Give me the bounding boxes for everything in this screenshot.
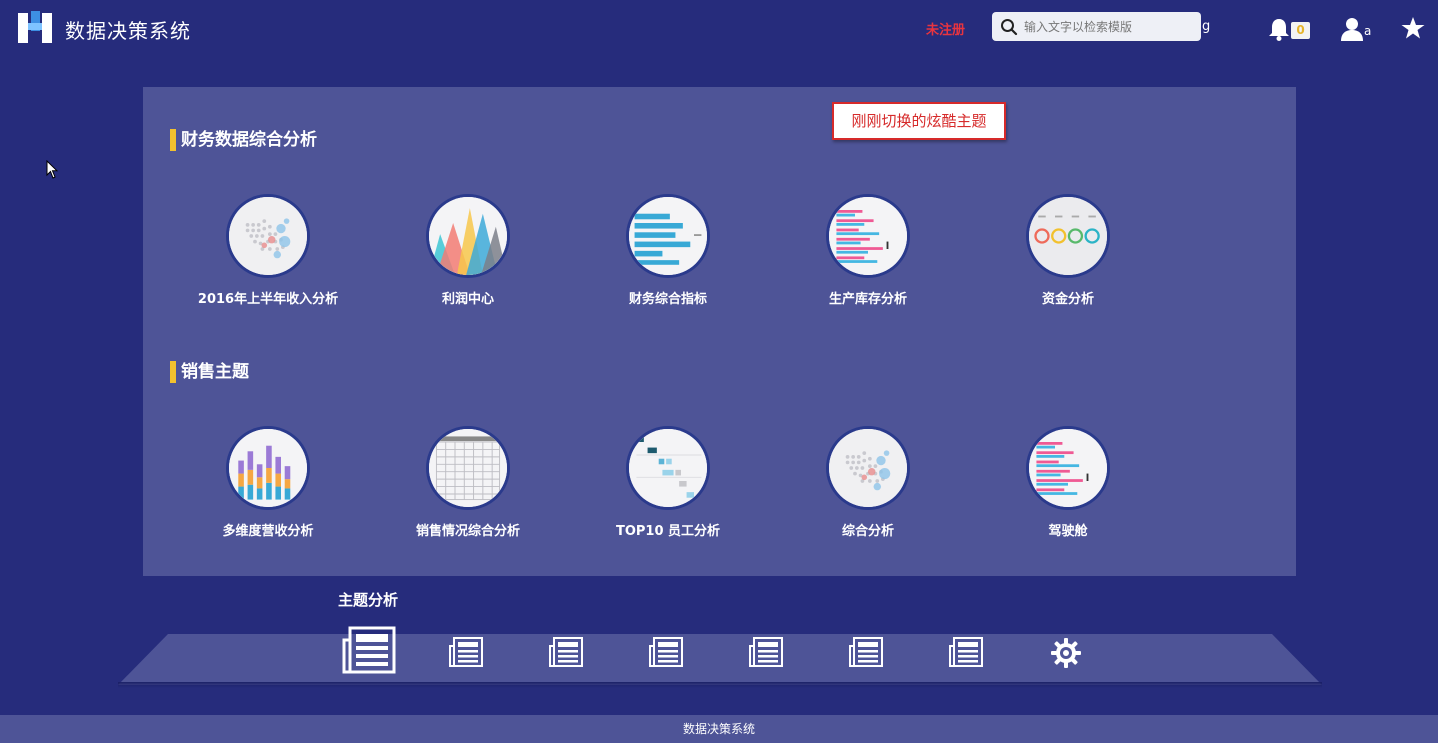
gantt-chart-icon[interactable] bbox=[626, 426, 710, 510]
template-card-top10-staff[interactable]: TOP10 员工分析 bbox=[578, 426, 758, 539]
template-card-income[interactable]: 2016年上半年收入分析 bbox=[178, 194, 358, 307]
map-icon[interactable] bbox=[226, 194, 310, 278]
user-name[interactable]: a bbox=[1364, 24, 1371, 38]
newspaper-icon[interactable] bbox=[549, 637, 583, 669]
template-card-label[interactable]: 驾驶舱 bbox=[978, 520, 1158, 539]
star-icon[interactable] bbox=[1401, 16, 1425, 40]
dock-item-7[interactable] bbox=[949, 636, 983, 670]
template-card-label[interactable]: 多维度营收分析 bbox=[178, 520, 358, 539]
gear-icon[interactable] bbox=[1050, 637, 1082, 669]
newspaper-icon[interactable] bbox=[342, 626, 396, 676]
app-title: 数据决策系统 bbox=[65, 19, 191, 43]
template-card-multi-revenue[interactable]: 多维度营收分析 bbox=[178, 426, 358, 539]
template-card-label[interactable]: TOP10 员工分析 bbox=[578, 520, 758, 539]
dock-item-4[interactable] bbox=[649, 636, 683, 670]
footer: 数据决策系统 bbox=[0, 715, 1438, 743]
template-card-label[interactable]: 2016年上半年收入分析 bbox=[178, 288, 358, 307]
newspaper-icon[interactable] bbox=[449, 637, 483, 669]
newspaper-icon[interactable] bbox=[649, 637, 683, 669]
bar-chart-icon[interactable] bbox=[626, 194, 710, 278]
template-card-inventory[interactable]: 生产库存分析 bbox=[778, 194, 958, 307]
dock-title: 主题分析 bbox=[338, 591, 399, 609]
stacked-column-icon[interactable] bbox=[226, 426, 310, 510]
template-card-comprehensive[interactable]: 综合分析 bbox=[778, 426, 958, 539]
user-icon[interactable] bbox=[1341, 17, 1363, 41]
template-card-cockpit[interactable]: 驾驶舱 bbox=[978, 426, 1158, 539]
template-card-label[interactable]: 销售情况综合分析 bbox=[378, 520, 558, 539]
multi-bar-chart-icon[interactable] bbox=[1026, 426, 1110, 510]
dock-item-6[interactable] bbox=[849, 636, 883, 670]
newspaper-icon[interactable] bbox=[849, 637, 883, 669]
table-grid-icon[interactable] bbox=[426, 426, 510, 510]
unregistered-link[interactable]: 未注册 bbox=[926, 19, 965, 38]
dock-item-2[interactable] bbox=[449, 636, 483, 670]
section-title-finance: 财务数据综合分析 bbox=[170, 129, 317, 151]
search-box[interactable] bbox=[992, 12, 1201, 41]
dock-item-5[interactable] bbox=[749, 636, 783, 670]
newspaper-icon[interactable] bbox=[949, 637, 983, 669]
template-card-label[interactable]: 资金分析 bbox=[978, 288, 1158, 307]
dock-item-theme-analysis[interactable] bbox=[341, 626, 396, 676]
notification-badge: 0 bbox=[1291, 22, 1310, 39]
template-card-label[interactable]: 生产库存分析 bbox=[778, 288, 958, 307]
template-card-label[interactable]: 财务综合指标 bbox=[578, 288, 758, 307]
ring-gauge-icon[interactable] bbox=[1026, 194, 1110, 278]
map-icon[interactable] bbox=[826, 426, 910, 510]
dock-item-settings[interactable] bbox=[1049, 636, 1083, 670]
tooltip-message: 刚刚切换的炫酷主题 bbox=[832, 102, 1006, 140]
template-card-funds[interactable]: 资金分析 bbox=[978, 194, 1158, 307]
template-card-finance-index[interactable]: 财务综合指标 bbox=[578, 194, 758, 307]
search-icon[interactable] bbox=[1000, 18, 1018, 36]
template-card-label[interactable]: 利润中心 bbox=[378, 288, 558, 307]
search-suffix-text: g bbox=[1202, 19, 1211, 34]
template-card-profit[interactable]: 利润中心 bbox=[378, 194, 558, 307]
template-card-sales-summary[interactable]: 销售情况综合分析 bbox=[378, 426, 558, 539]
section-title-sales: 销售主题 bbox=[170, 361, 249, 383]
dock-item-3[interactable] bbox=[549, 636, 583, 670]
mouse-cursor-icon bbox=[46, 160, 58, 179]
logo-icon[interactable] bbox=[18, 11, 52, 43]
newspaper-icon[interactable] bbox=[749, 637, 783, 669]
mountain-chart-icon[interactable] bbox=[426, 194, 510, 278]
bell-icon[interactable] bbox=[1268, 17, 1290, 41]
main-panel: 财务数据综合分析 刚刚切换的炫酷主题 2016年上半年收入分析 利润中心 财务综… bbox=[143, 87, 1296, 576]
dock-bar bbox=[118, 634, 1322, 685]
dock-shadow bbox=[118, 682, 1322, 688]
search-input[interactable] bbox=[1024, 19, 1194, 34]
top-header: 数据决策系统 未注册 g 0 a bbox=[0, 0, 1438, 56]
multi-bar-chart-icon[interactable] bbox=[826, 194, 910, 278]
template-card-label[interactable]: 综合分析 bbox=[778, 520, 958, 539]
